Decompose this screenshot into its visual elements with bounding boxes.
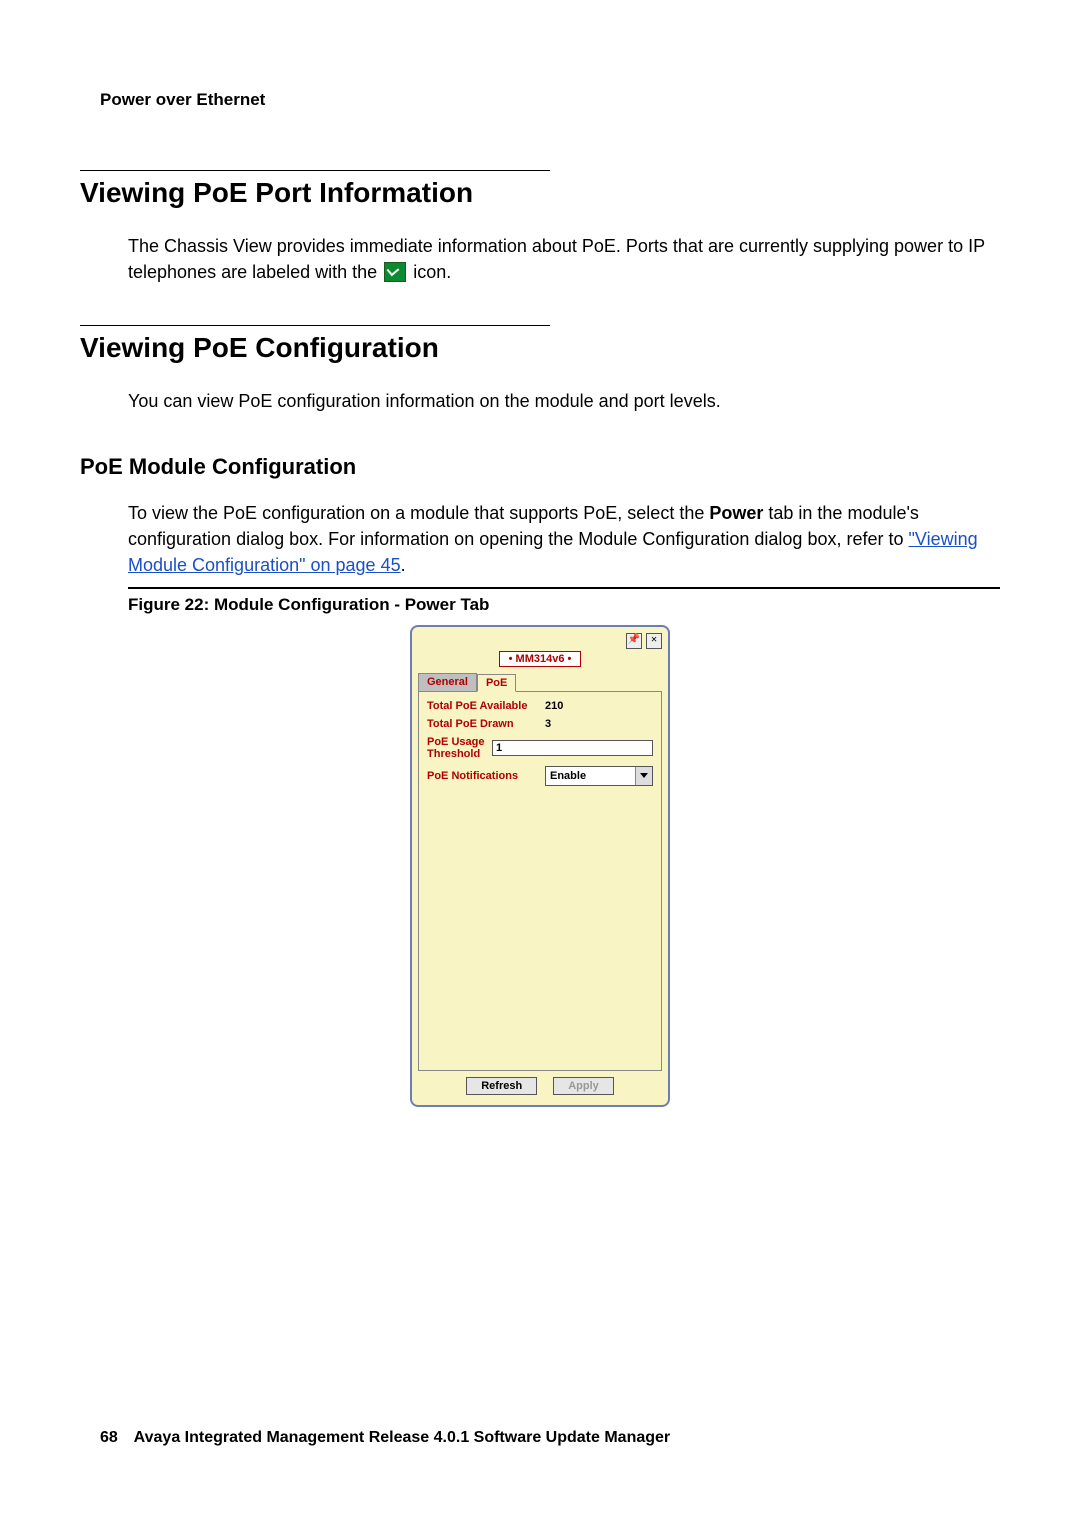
section-rule [80,170,550,171]
tab-general[interactable]: General [418,673,477,691]
tabbar: General PoE [418,673,662,691]
tab-panel-poe: Total PoE Available 210 Total PoE Drawn … [418,691,662,1071]
label-total-drawn: Total PoE Drawn [427,718,539,730]
para-port-info-b: icon. [413,262,451,282]
page-number: 68 [100,1429,118,1446]
row-total-available: Total PoE Available 210 [427,700,653,712]
select-notifications[interactable]: Enable [545,766,653,786]
dialog-titlebar: 📌 ✕ [418,633,662,651]
heading-viewing-poe-port-info: Viewing PoE Port Information [80,177,1000,209]
figure-caption: Figure 22: Module Configuration - Power … [128,595,1000,615]
row-total-drawn: Total PoE Drawn 3 [427,718,653,730]
refresh-button[interactable]: Refresh [466,1077,537,1095]
row-notifications: PoE Notifications Enable [427,766,653,786]
para-port-info: The Chassis View provides immediate info… [128,233,1000,285]
para-module-config-a: To view the PoE configuration on a modul… [128,503,709,523]
section-rule [80,325,550,326]
figure-rule [128,587,1000,589]
pin-icon[interactable]: 📌 [626,633,642,649]
label-notifications: PoE Notifications [427,770,539,782]
chevron-down-icon [635,767,652,785]
row-threshold: PoE Usage Threshold [427,736,653,760]
subheading-module-config: PoE Module Configuration [80,454,1000,480]
module-name-label: • MM314v6 • [499,651,581,667]
value-total-drawn: 3 [545,718,551,730]
power-tab-word: Power [709,503,763,523]
poe-supply-icon [384,262,406,282]
para-module-config: To view the PoE configuration on a modul… [128,500,1000,578]
tab-poe[interactable]: PoE [477,674,516,692]
para-port-info-a: The Chassis View provides immediate info… [128,236,985,282]
page-footer: 68 Avaya Integrated Management Release 4… [100,1429,670,1447]
close-icon[interactable]: ✕ [646,633,662,649]
module-config-dialog: 📌 ✕ • MM314v6 • General PoE Total PoE Av… [410,625,670,1107]
input-threshold[interactable] [492,740,653,756]
label-total-available: Total PoE Available [427,700,539,712]
select-notifications-value: Enable [550,770,586,782]
apply-button[interactable]: Apply [553,1077,614,1095]
running-header: Power over Ethernet [100,90,1000,110]
para-config-intro: You can view PoE configuration informati… [128,388,1000,414]
dialog-button-bar: Refresh Apply [418,1077,662,1095]
value-total-available: 210 [545,700,563,712]
label-threshold: PoE Usage Threshold [427,736,486,760]
heading-viewing-poe-config: Viewing PoE Configuration [80,332,1000,364]
para-module-config-c: . [401,555,406,575]
footer-text: Avaya Integrated Management Release 4.0.… [134,1429,670,1446]
